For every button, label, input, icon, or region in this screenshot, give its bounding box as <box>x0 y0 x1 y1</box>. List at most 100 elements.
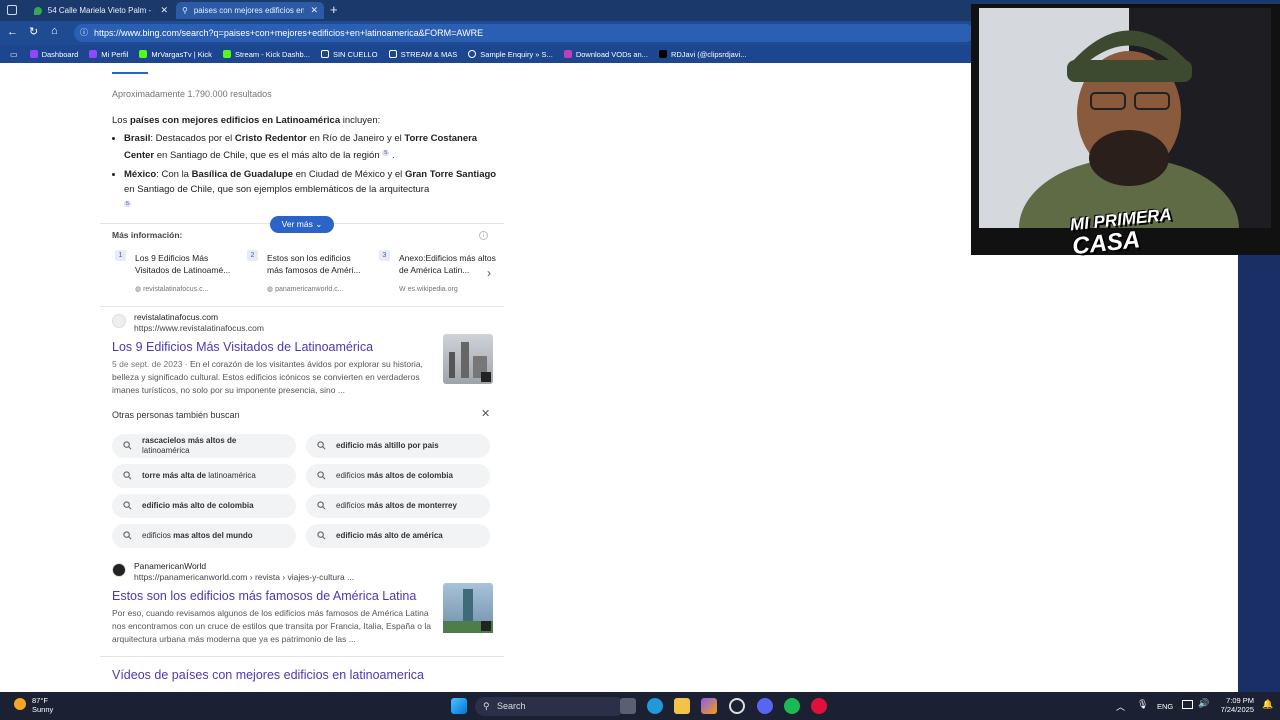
citation-badge[interactable]: 5 <box>124 201 132 208</box>
url-input[interactable]: ⓘ https://www.bing.com/search?q=paises+c… <box>74 24 974 42</box>
related-search-pill[interactable]: rascacielos más altos de latinoamérica <box>112 434 296 458</box>
related-search-pill[interactable]: edificio más alto de américa <box>306 524 490 548</box>
answer-bullet: México: Con la Basílica de Guadalupe en … <box>124 167 497 214</box>
copilot-icon[interactable] <box>701 698 717 714</box>
pill-text-post: latinoamérica <box>142 446 190 455</box>
weather-temp: 87°F <box>32 696 48 705</box>
ver-mas-button[interactable]: Ver más ⌄ <box>270 216 334 233</box>
pill-text-pre: edificios <box>336 501 368 510</box>
bullet-text: : Con la <box>156 169 192 181</box>
tab-maps-label: 54 Calle Mariela Vieto Palm - Goo <box>47 6 155 15</box>
bookmark-tiktok[interactable]: RDJavi (@clipsrdjavi... <box>658 50 746 59</box>
pill-text: edificio más alto de colombia <box>142 501 254 511</box>
more-info-label: Más información: <box>112 230 183 240</box>
ver-mas-label: Ver más <box>281 219 313 229</box>
taskbar-clock[interactable]: 7:09 PM 7/24/2025 <box>1214 696 1254 714</box>
source-card[interactable]: 2 Estos son los edificios más famosos de… <box>247 248 372 298</box>
result-title-link[interactable]: Estos son los edificios más famosos de A… <box>112 589 416 603</box>
search-icon: ⚲ <box>483 701 490 711</box>
source-card[interactable]: 1 Los 9 Edificios Más Visitados de Latin… <box>115 248 240 298</box>
chatgpt-icon[interactable] <box>729 698 745 714</box>
card-title: Los 9 Edificios Más Visitados de Latinoa… <box>135 253 231 275</box>
source-card[interactable]: 3 Anexo:Edificios más altos de América L… <box>379 248 504 298</box>
bookmark-apps-icon[interactable]: ▭ <box>10 50 18 59</box>
related-search-pill[interactable]: edificio más alto de colombia <box>112 494 296 518</box>
bookmark-mi-perfil[interactable]: Mi Perfil <box>89 50 128 59</box>
spotify-icon[interactable] <box>784 698 800 714</box>
result-thumbnail[interactable] <box>443 583 493 633</box>
card-number: 2 <box>247 250 258 261</box>
reload-icon[interactable]: ↻ <box>29 25 38 38</box>
search-icon <box>123 441 132 450</box>
home-icon[interactable]: ⌂ <box>51 25 58 37</box>
bullet-text: en Santiago de Chile, que son ejemplos e… <box>124 184 430 196</box>
bookmark-download-vods[interactable]: Download VODs an... <box>563 50 648 59</box>
bookmark-kick[interactable]: MrVargasTv | Kick <box>139 50 212 59</box>
close-icon[interactable]: ✕ <box>304 5 318 16</box>
citation-badge[interactable]: 5 <box>382 150 390 156</box>
tab-actions-icon[interactable] <box>7 5 17 15</box>
search-icon <box>317 531 326 540</box>
card-source-text: es.wikipedia.org <box>407 286 458 293</box>
pill-text: rascacielos más altos de latinoamérica <box>142 436 236 456</box>
videos-section-title[interactable]: Vídeos de países con mejores edificios e… <box>112 668 424 682</box>
new-tab-icon[interactable]: + <box>330 2 338 17</box>
result-thumbnail[interactable] <box>443 334 493 384</box>
bookmark-label: Dashboard <box>41 49 79 59</box>
network-icon[interactable] <box>1182 700 1193 709</box>
windows-taskbar: 87°F Sunny ⚲ Search ︿ 🎙 ENG 🔊 7:09 PM 7/… <box>0 692 1280 720</box>
weather-widget[interactable]: 87°F Sunny <box>32 696 53 714</box>
pill-text-pre: edificios <box>336 471 368 480</box>
chevron-right-icon[interactable]: › <box>487 266 491 280</box>
edge-icon[interactable] <box>647 698 663 714</box>
close-icon[interactable]: ✕ <box>481 407 490 420</box>
bullet-text: : Destacados por el <box>150 133 235 144</box>
search-icon <box>317 441 326 450</box>
bookmark-sample-enquiry[interactable]: Sample Enquiry » S... <box>468 50 553 59</box>
file-explorer-icon[interactable] <box>674 698 690 714</box>
task-view-icon[interactable] <box>620 698 636 714</box>
bookmark-kick-dashboard[interactable]: Stream - Kick Dashb... <box>222 49 310 59</box>
close-icon[interactable]: ✕ <box>154 5 168 16</box>
tab-bing-search[interactable]: ⚲ paises con mejores edificios en la ✕ <box>176 2 324 19</box>
microphone-icon[interactable]: 🎙 <box>1137 699 1148 710</box>
pill-text-bold: más altos de monterrey <box>367 501 457 510</box>
chevron-up-icon[interactable]: ︿ <box>1116 700 1125 713</box>
obs-icon[interactable] <box>811 698 827 714</box>
result-title-link[interactable]: Los 9 Edificios Más Visitados de Latinoa… <box>112 340 373 354</box>
related-search-pill[interactable]: edificios más altos de colombia <box>306 464 490 488</box>
search-icon <box>317 471 326 480</box>
maps-icon <box>34 6 42 15</box>
bookmark-dashboard[interactable]: Dashboard <box>29 49 79 59</box>
related-search-pill[interactable]: edificios más altos de monterrey <box>306 494 490 518</box>
search-result: revistalatinafocus.com https://www.revis… <box>112 312 502 402</box>
language-indicator[interactable]: ENG <box>1157 702 1173 711</box>
tab-maps[interactable]: 54 Calle Mariela Vieto Palm - Goo ✕ <box>28 2 174 19</box>
related-search-pill[interactable]: edificio más altillo por pais <box>306 434 490 458</box>
tower-icon <box>443 589 493 633</box>
volume-icon[interactable]: 🔊 <box>1198 698 1209 709</box>
notification-bell-icon[interactable]: 🔔 <box>1262 699 1273 710</box>
result-site-name: PanamericanWorld <box>134 561 207 571</box>
answer-intro: Los países con mejores edificios en Lati… <box>112 113 497 128</box>
overlay-title: MI PRIMERA CASA <box>1069 204 1175 260</box>
card-source: ◍ panamericanworld.c... <box>267 286 344 293</box>
result-snippet: 5 de sept. de 2023 · En el corazón de lo… <box>112 358 432 397</box>
result-url[interactable]: https://panamericanworld.com › revista ›… <box>134 572 354 582</box>
bookmark-stream-mas[interactable]: STREAM & MAS <box>388 50 457 59</box>
site-info-icon[interactable]: ⓘ <box>80 24 88 42</box>
bullet-landmark: Basílica de Guadalupe <box>191 169 293 181</box>
back-icon[interactable]: ← <box>7 26 18 38</box>
discord-icon[interactable] <box>757 698 773 714</box>
info-icon[interactable]: i <box>479 231 488 240</box>
bookmark-sin-cuello[interactable]: SIN CUELLO <box>320 50 378 59</box>
windows-start-icon[interactable] <box>451 698 467 714</box>
related-search-pill[interactable]: edificios mas altos del mundo <box>112 524 296 548</box>
pill-text-bold: rascacielos más altos de <box>142 436 237 445</box>
taskbar-search[interactable]: ⚲ Search <box>475 697 625 716</box>
pill-text-pre: edificios <box>142 531 174 540</box>
bookmark-label: Stream - Kick Dashb... <box>234 49 310 59</box>
bullet-text: en Ciudad de México y el <box>292 169 405 181</box>
related-search-pill[interactable]: torre más alta de latinoamérica <box>112 464 296 488</box>
result-url[interactable]: https://www.revistalatinafocus.com <box>134 323 264 333</box>
